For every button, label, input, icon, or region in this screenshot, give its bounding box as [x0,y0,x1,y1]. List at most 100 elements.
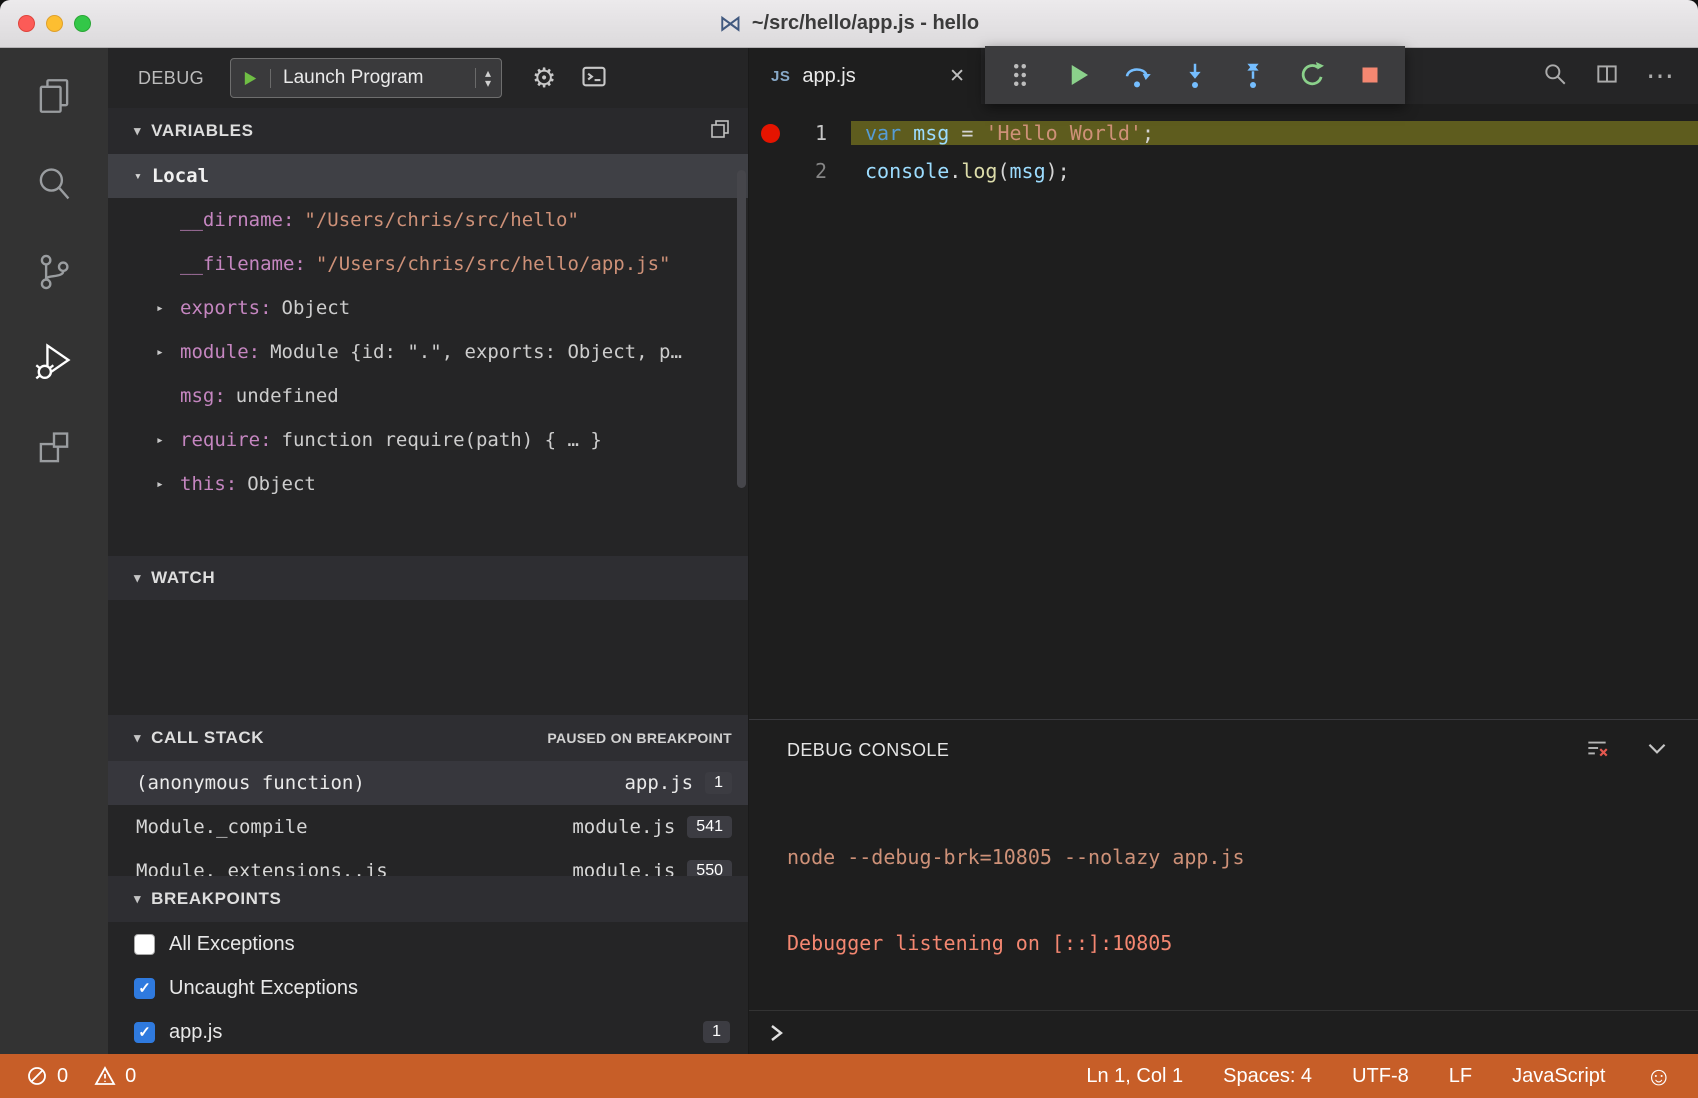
find-in-file-icon[interactable] [1542,61,1568,92]
zoom-window-button[interactable] [74,15,91,32]
main-area: DEBUG Launch Program ▴▾ ⚙ ▾ [0,48,1698,1054]
breakpoint-checkbox[interactable] [134,934,155,955]
chevron-down-icon: ▾ [134,570,141,586]
code-line[interactable]: 2 console.log(msg); [749,152,1698,190]
restart-button[interactable] [1290,53,1334,97]
status-bar: 0 0 Ln 1, Col 1 Spaces: 4 UTF-8 LF JavaS… [0,1054,1698,1098]
debug-sidebar: DEBUG Launch Program ▴▾ ⚙ ▾ [108,48,748,1054]
step-into-button[interactable] [1173,53,1217,97]
continue-button[interactable] [1056,53,1100,97]
breakpoint-row[interactable]: ✓ Uncaught Exceptions [108,966,748,1010]
breakpoint-label: app.js [169,1021,222,1044]
encoding-status[interactable]: UTF-8 [1352,1065,1409,1088]
variable-row[interactable]: ▸ require: function require(path) { … } [108,418,748,462]
indentation-status[interactable]: Spaces: 4 [1223,1065,1312,1088]
error-icon [26,1065,48,1087]
warning-icon [94,1065,116,1087]
language-mode-status[interactable]: JavaScript [1512,1065,1605,1088]
warnings-status[interactable]: 0 [94,1065,136,1088]
breakpoint-row[interactable]: All Exceptions [108,922,748,966]
errors-status[interactable]: 0 [26,1065,68,1088]
close-window-button[interactable] [18,15,35,32]
minimize-window-button[interactable] [46,15,63,32]
debug-console-output: node --debug-brk=10805 --nolazy app.js D… [749,780,1698,1010]
variable-row[interactable]: msg: undefined [108,374,748,418]
toolbar-drag-handle-icon[interactable] [998,53,1042,97]
breakpoint-dot-icon[interactable] [761,124,780,143]
search-icon[interactable] [32,162,76,206]
open-debug-console-icon[interactable] [580,62,608,95]
breakpoint-gutter[interactable] [749,124,793,143]
code-line[interactable]: 1 var msg = 'Hello World'; [749,114,1698,152]
stop-button[interactable] [1348,53,1392,97]
debug-console-input[interactable] [749,1010,1698,1054]
explorer-icon[interactable] [32,74,76,118]
variable-row[interactable]: ▸ this: Object [108,462,748,506]
debug-sidebar-title: DEBUG [138,68,204,89]
variable-row[interactable]: ▸ exports: Object [108,286,748,330]
breakpoint-checkbox[interactable]: ✓ [134,978,155,999]
collapse-panel-chevron-icon[interactable] [1644,735,1670,766]
javascript-file-icon: JS [771,68,790,85]
step-out-button[interactable] [1231,53,1275,97]
sidebar-scrollbar[interactable] [737,170,746,488]
debug-sidebar-header: DEBUG Launch Program ▴▾ ⚙ [108,48,748,108]
collapse-all-icon[interactable] [708,117,732,146]
stack-frame[interactable]: Module._extensions..js module.js 550 [108,849,748,876]
debug-toolbar [985,46,1405,104]
feedback-smiley-icon[interactable]: ☺ [1645,1063,1672,1089]
frame-line-badge: 550 [687,860,732,876]
traffic-lights [18,0,91,47]
variables-scope-local[interactable]: ▾ Local [108,154,748,198]
tab-app-js[interactable]: JS app.js ✕ [749,48,981,104]
window-title-text: ~/src/hello/app.js - hello [752,12,979,35]
expand-icon: ▸ [156,345,180,360]
chevron-down-icon: ▾ [134,730,141,746]
variable-row[interactable]: ▸ module: Module {id: ".", exports: Obje… [108,330,748,374]
breakpoint-label: All Exceptions [169,933,295,956]
breakpoint-row[interactable]: ✓ app.js 1 [108,1010,748,1054]
variable-row[interactable]: __dirname: "/Users/chris/src/hello" [108,198,748,242]
start-debug-icon[interactable] [241,69,271,88]
variables-section-header[interactable]: ▾ VARIABLES [108,108,748,154]
chevron-down-icon: ▾ [134,169,142,184]
editor-actions: ⋯ [1542,48,1698,104]
vscode-window: ⋈ ~/src/hello/app.js - hello [0,0,1698,1098]
frame-file: app.js [624,772,693,794]
frame-file: module.js [572,860,675,876]
variable-row[interactable]: __filename: "/Users/chris/src/hello/app.… [108,242,748,286]
line-number: 1 [793,121,827,145]
expand-icon: ▸ [156,433,180,448]
debug-console-panel: DEBUG CONSOLE node --debug-brk=10805 --n… [749,719,1698,1054]
breakpoints-section-header[interactable]: ▾ BREAKPOINTS [108,876,748,922]
stack-frame[interactable]: (anonymous function) app.js 1 [108,761,748,805]
call-stack-section-header[interactable]: ▾ CALL STACK PAUSED ON BREAKPOINT [108,715,748,761]
launch-configuration-select[interactable]: Launch Program ▴▾ [230,58,502,98]
debug-icon[interactable] [32,338,76,382]
console-line: node --debug-brk=10805 --nolazy app.js [787,838,1698,876]
close-tab-icon[interactable]: ✕ [949,65,965,88]
window-title: ⋈ ~/src/hello/app.js - hello [719,10,979,37]
stack-frame[interactable]: Module._compile module.js 541 [108,805,748,849]
code-line-content[interactable]: var msg = 'Hello World'; [851,121,1698,145]
chevron-down-icon: ▾ [134,123,141,139]
breakpoint-checkbox[interactable]: ✓ [134,1022,155,1043]
prompt-chevron-icon [769,1023,785,1043]
source-control-icon[interactable] [32,250,76,294]
split-editor-icon[interactable] [1594,61,1620,92]
frame-file: module.js [572,816,675,838]
eol-status[interactable]: LF [1449,1065,1472,1088]
breakpoints-title: BREAKPOINTS [151,889,281,909]
variables-title: VARIABLES [151,121,253,141]
configure-gear-icon[interactable]: ⚙ [532,63,556,94]
step-over-button[interactable] [1115,53,1159,97]
cursor-position-status[interactable]: Ln 1, Col 1 [1086,1065,1183,1088]
clear-console-icon[interactable] [1584,735,1610,766]
code-line-content[interactable]: console.log(msg); [851,159,1698,183]
frame-line-badge: 1 [705,772,732,794]
watch-section-header[interactable]: ▾ WATCH [108,556,748,600]
code-editor[interactable]: 1 var msg = 'Hello World'; 2 console.log… [749,104,1698,719]
extensions-icon[interactable] [32,426,76,470]
expand-icon: ▸ [156,477,180,492]
call-stack-list: (anonymous function) app.js 1 Module._co… [108,761,748,876]
